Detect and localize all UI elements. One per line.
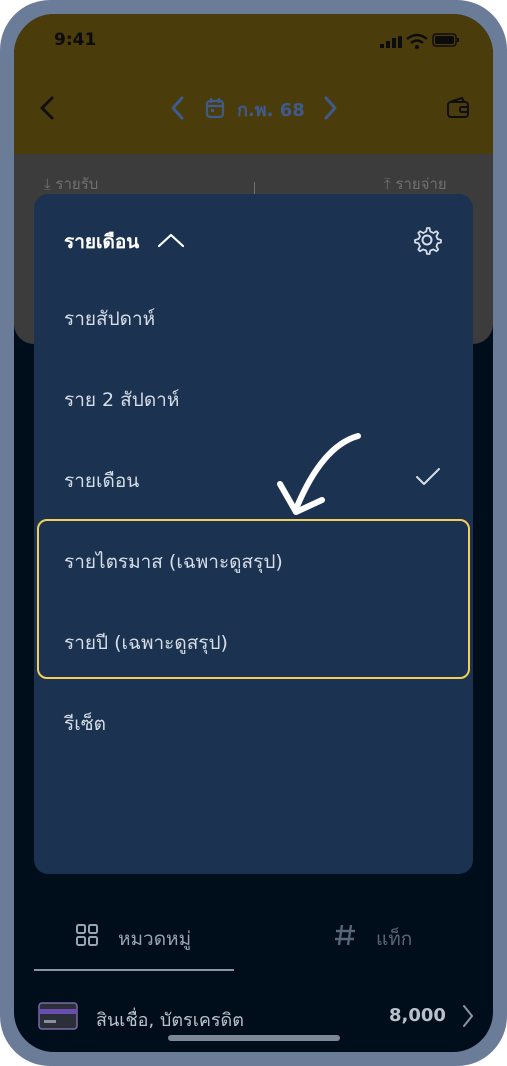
chevron-up-icon[interactable] xyxy=(157,232,185,248)
income-summary[interactable]: ⤓ รายรับ xyxy=(44,172,98,196)
chevron-right-icon[interactable] xyxy=(462,1004,474,1028)
phone-screen: 9:41 ก.พ. 68 ⤓ รายรับ ⤒ รายจ่าย รายเดือน… xyxy=(14,14,493,1052)
option-weekly[interactable]: รายสัปดาห์ xyxy=(64,304,155,334)
annotation-arrow-icon xyxy=(277,433,361,515)
expense-label: รายจ่าย xyxy=(395,175,447,193)
income-label: รายรับ xyxy=(55,175,99,193)
hash-icon xyxy=(335,924,355,946)
signal-icon xyxy=(380,36,402,48)
grid-icon xyxy=(76,924,98,946)
active-tab-indicator xyxy=(34,969,234,971)
home-indicator[interactable] xyxy=(168,1035,340,1041)
list-item-label[interactable]: สินเชื่อ, บัตรเครดิต xyxy=(96,1005,244,1034)
option-monthly[interactable]: รายเดือน xyxy=(64,466,139,496)
gear-icon[interactable] xyxy=(412,225,442,255)
tab-tags[interactable]: แท็ก xyxy=(376,924,412,954)
option-biweekly[interactable]: ราย 2 สัปดาห์ xyxy=(64,385,179,415)
dropdown-title[interactable]: รายเดือน xyxy=(64,227,139,257)
next-month-icon[interactable] xyxy=(320,94,340,122)
tab-categories[interactable]: หมวดหมู่ xyxy=(118,924,191,954)
list-item-amount: 8,000 xyxy=(389,1005,446,1026)
expense-summary[interactable]: ⤒ รายจ่าย xyxy=(384,172,447,196)
upload-icon: ⤒ xyxy=(384,175,391,193)
highlight-box xyxy=(37,519,470,679)
wifi-icon xyxy=(406,33,428,49)
wallet-icon[interactable] xyxy=(446,96,470,120)
credit-card-icon xyxy=(38,1002,78,1030)
download-icon: ⤓ xyxy=(44,175,51,193)
option-reset[interactable]: รีเซ็ต xyxy=(64,709,106,739)
calendar-icon[interactable] xyxy=(205,97,225,119)
checkmark-icon xyxy=(416,468,440,485)
status-time: 9:41 xyxy=(54,30,97,50)
previous-month-icon[interactable] xyxy=(168,94,188,122)
back-arrow-icon[interactable] xyxy=(36,94,60,122)
month-label[interactable]: ก.พ. 68 xyxy=(237,95,305,124)
battery-icon xyxy=(432,33,459,47)
